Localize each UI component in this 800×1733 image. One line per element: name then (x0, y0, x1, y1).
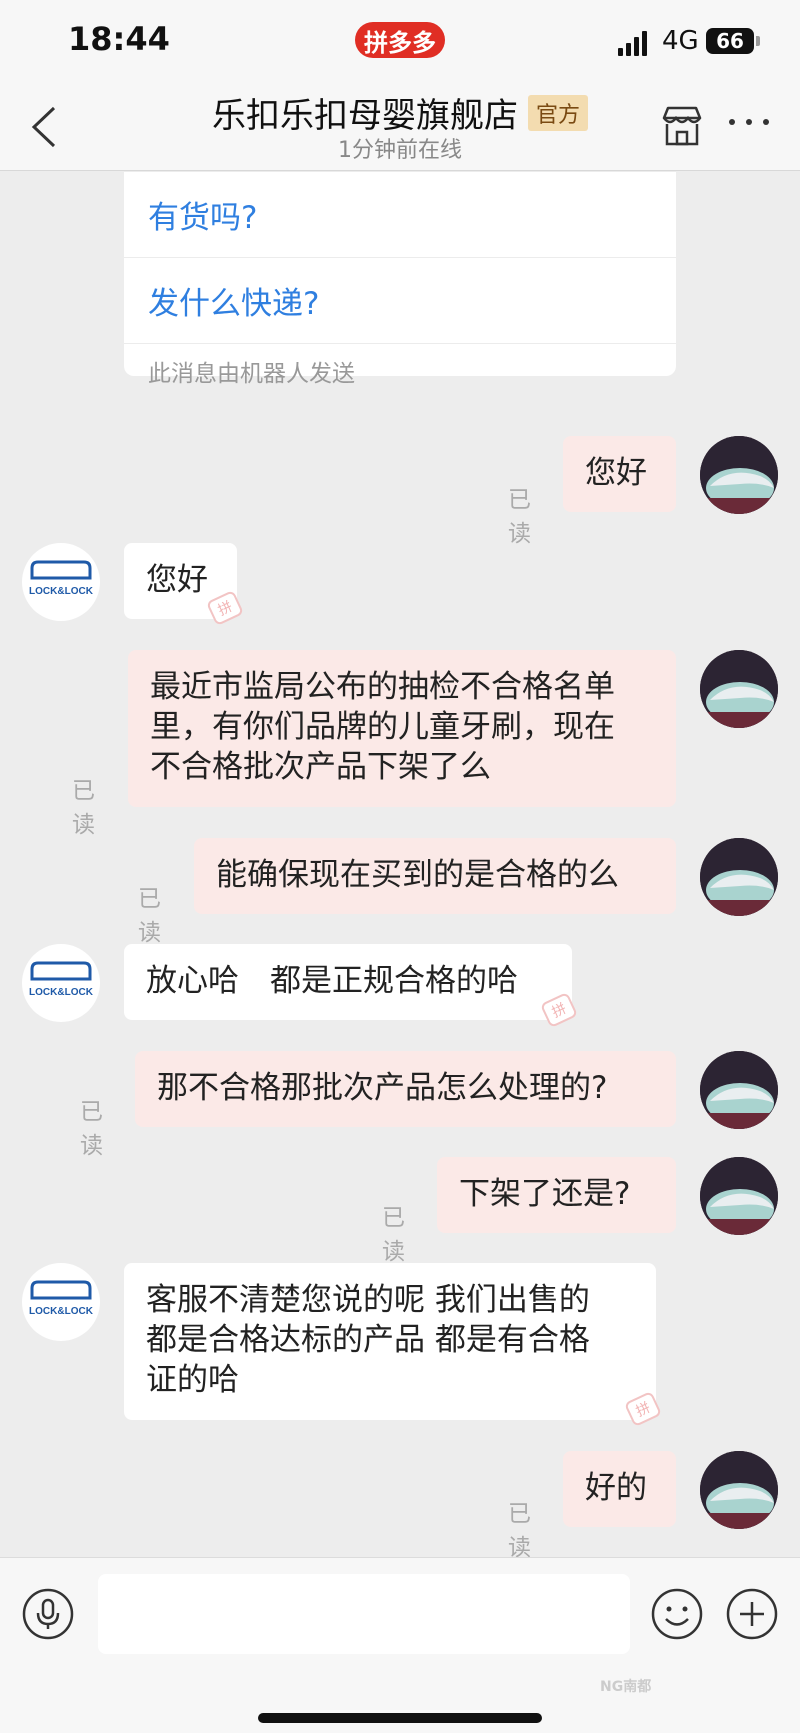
message-bubble[interactable]: 客服不清楚您说的呢 我们出售的 都是合格达标的产品 都是有合格 证的哈 (124, 1263, 656, 1420)
message-line: 证的哈 (146, 1362, 239, 1398)
read-receipt: 已读 (382, 1205, 405, 1265)
cellular-signal-icon (618, 30, 652, 56)
chat-messages-area[interactable]: 有货吗? 发什么快递? 此消息由机器人发送 已读 您好 您好 拼 已读 最近市监… (0, 171, 800, 1559)
voice-input-icon[interactable] (22, 1588, 74, 1640)
read-receipt: 已读 (80, 1099, 103, 1159)
quick-question-stock[interactable]: 有货吗? (124, 171, 676, 257)
add-attachment-icon[interactable] (726, 1588, 778, 1640)
more-options-icon[interactable] (726, 112, 772, 132)
user-avatar[interactable] (700, 1157, 778, 1235)
status-time: 18:44 (68, 20, 170, 58)
message-line: 里，有你们品牌的儿童牙刷，现在 (150, 709, 615, 745)
user-avatar[interactable] (700, 838, 778, 916)
news-watermark: NG南都 (600, 1679, 652, 1695)
official-badge: 官方 (527, 94, 588, 131)
store-icon[interactable] (660, 104, 704, 148)
message-line: 都是合格达标的产品 都是有合格 (146, 1322, 590, 1358)
home-indicator[interactable] (258, 1713, 542, 1723)
read-receipt: 已读 (508, 487, 531, 547)
message-line: 最近市监局公布的抽检不合格名单 (150, 669, 615, 705)
chat-header: 乐扣乐扣母婴旗舰店 官方 1分钟前在线 (0, 82, 800, 171)
message-bubble[interactable]: 放心哈 都是正规合格的哈 (124, 944, 572, 1020)
message-bubble[interactable]: 您好 (563, 436, 676, 512)
shop-avatar[interactable]: LOCK&LOCK (22, 1263, 100, 1341)
user-avatar[interactable] (700, 436, 778, 514)
read-receipt: 已读 (508, 1501, 531, 1559)
message-bubble[interactable]: 那不合格那批次产品怎么处理的? (135, 1051, 676, 1127)
network-type: 4G (662, 26, 699, 56)
message-line: 不合格批次产品下架了么 (150, 749, 491, 785)
read-receipt: 已读 (72, 778, 95, 838)
message-text-input[interactable] (98, 1574, 630, 1654)
message-input-bar: NG南都 (0, 1557, 800, 1733)
shop-logo-text: LOCK&LOCK (29, 1306, 94, 1317)
bot-card-footer: 此消息由机器人发送 (124, 343, 676, 388)
app-indicator-pill[interactable]: 拼多多 (355, 22, 445, 58)
shop-avatar[interactable]: LOCK&LOCK (22, 543, 100, 621)
message-bubble[interactable]: 能确保现在买到的是合格的么 (194, 838, 676, 914)
message-line: 客服不清楚您说的呢 我们出售的 (146, 1282, 590, 1318)
shop-name[interactable]: 乐扣乐扣母婴旗舰店 (212, 88, 518, 137)
shop-logo-text: LOCK&LOCK (29, 586, 94, 597)
shop-logo-text: LOCK&LOCK (29, 987, 94, 998)
emoji-icon[interactable] (651, 1588, 703, 1640)
read-receipt: 已读 (138, 886, 161, 946)
user-avatar[interactable] (700, 1451, 778, 1529)
bot-quick-question-card: 有货吗? 发什么快递? 此消息由机器人发送 (124, 171, 676, 387)
user-avatar[interactable] (700, 650, 778, 728)
status-bar: 18:44 拼多多 4G 66 (0, 0, 800, 82)
shop-avatar[interactable]: LOCK&LOCK (22, 944, 100, 1022)
message-bubble[interactable]: 好的 (563, 1451, 676, 1527)
message-bubble[interactable]: 最近市监局公布的抽检不合格名单 里，有你们品牌的儿童牙刷，现在 不合格批次产品下… (128, 650, 676, 807)
user-avatar[interactable] (700, 1051, 778, 1129)
message-bubble[interactable]: 下架了还是? (437, 1157, 676, 1233)
battery-nub (756, 36, 760, 46)
battery-icon: 66 (706, 28, 754, 54)
quick-question-shipping[interactable]: 发什么快递? (124, 257, 676, 343)
